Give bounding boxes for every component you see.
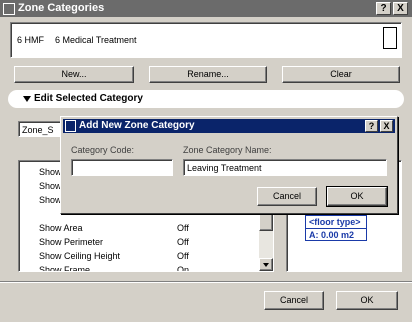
close-button[interactable]: X <box>393 2 408 15</box>
dialog-ok-button[interactable]: OK <box>326 186 388 207</box>
zone-category-name-input[interactable]: Leaving Treatment <box>183 159 387 176</box>
list-item[interactable]: Show Perimeter Off <box>19 235 273 249</box>
category-code-label: Category Code: <box>71 145 135 155</box>
category-name: 6 Medical Treatment <box>55 35 137 45</box>
list-item[interactable]: Show Area Off <box>19 221 273 235</box>
scroll-down-button[interactable] <box>259 258 273 271</box>
section-title: Edit Selected Category <box>34 93 143 104</box>
dialog-cancel-button[interactable]: Cancel <box>257 187 317 206</box>
clear-button[interactable]: Clear <box>282 66 400 83</box>
category-display: 6 HMF 6 Medical Treatment <box>10 22 402 58</box>
ok-button[interactable]: OK <box>336 291 398 310</box>
dialog-app-icon <box>65 120 76 132</box>
zone-category-name-label: Zone Category Name: <box>183 145 272 155</box>
category-code-input[interactable] <box>71 159 173 176</box>
color-swatch[interactable] <box>383 27 397 49</box>
window-title: Zone Categories <box>18 2 105 14</box>
dialog-close-button[interactable]: X <box>380 120 393 132</box>
new-button[interactable]: New... <box>14 66 134 83</box>
disclosure-triangle-icon <box>23 96 31 102</box>
list-item[interactable]: Show Frame On <box>19 263 273 271</box>
cancel-button[interactable]: Cancel <box>264 291 324 310</box>
divider <box>0 281 412 283</box>
help-button[interactable]: ? <box>376 2 391 15</box>
rename-button[interactable]: Rename... <box>149 66 267 83</box>
dialog-title: Add New Zone Category <box>79 120 195 131</box>
edit-category-section[interactable]: Edit Selected Category <box>8 90 404 108</box>
app-icon <box>3 3 15 15</box>
window-title-bar: Zone Categories ? X <box>0 0 412 17</box>
dialog-help-button[interactable]: ? <box>365 120 378 132</box>
zone-stamp: <floor type> A: 0.00 m2 <box>305 215 367 241</box>
list-item[interactable]: Show Ceiling Height Off <box>19 249 273 263</box>
category-code: 6 HMF <box>17 35 44 45</box>
add-category-dialog: Add New Zone Category ? X Category Code:… <box>60 116 398 214</box>
arrow-down-icon <box>263 263 269 267</box>
dialog-title-bar: Add New Zone Category ? X <box>63 119 395 133</box>
